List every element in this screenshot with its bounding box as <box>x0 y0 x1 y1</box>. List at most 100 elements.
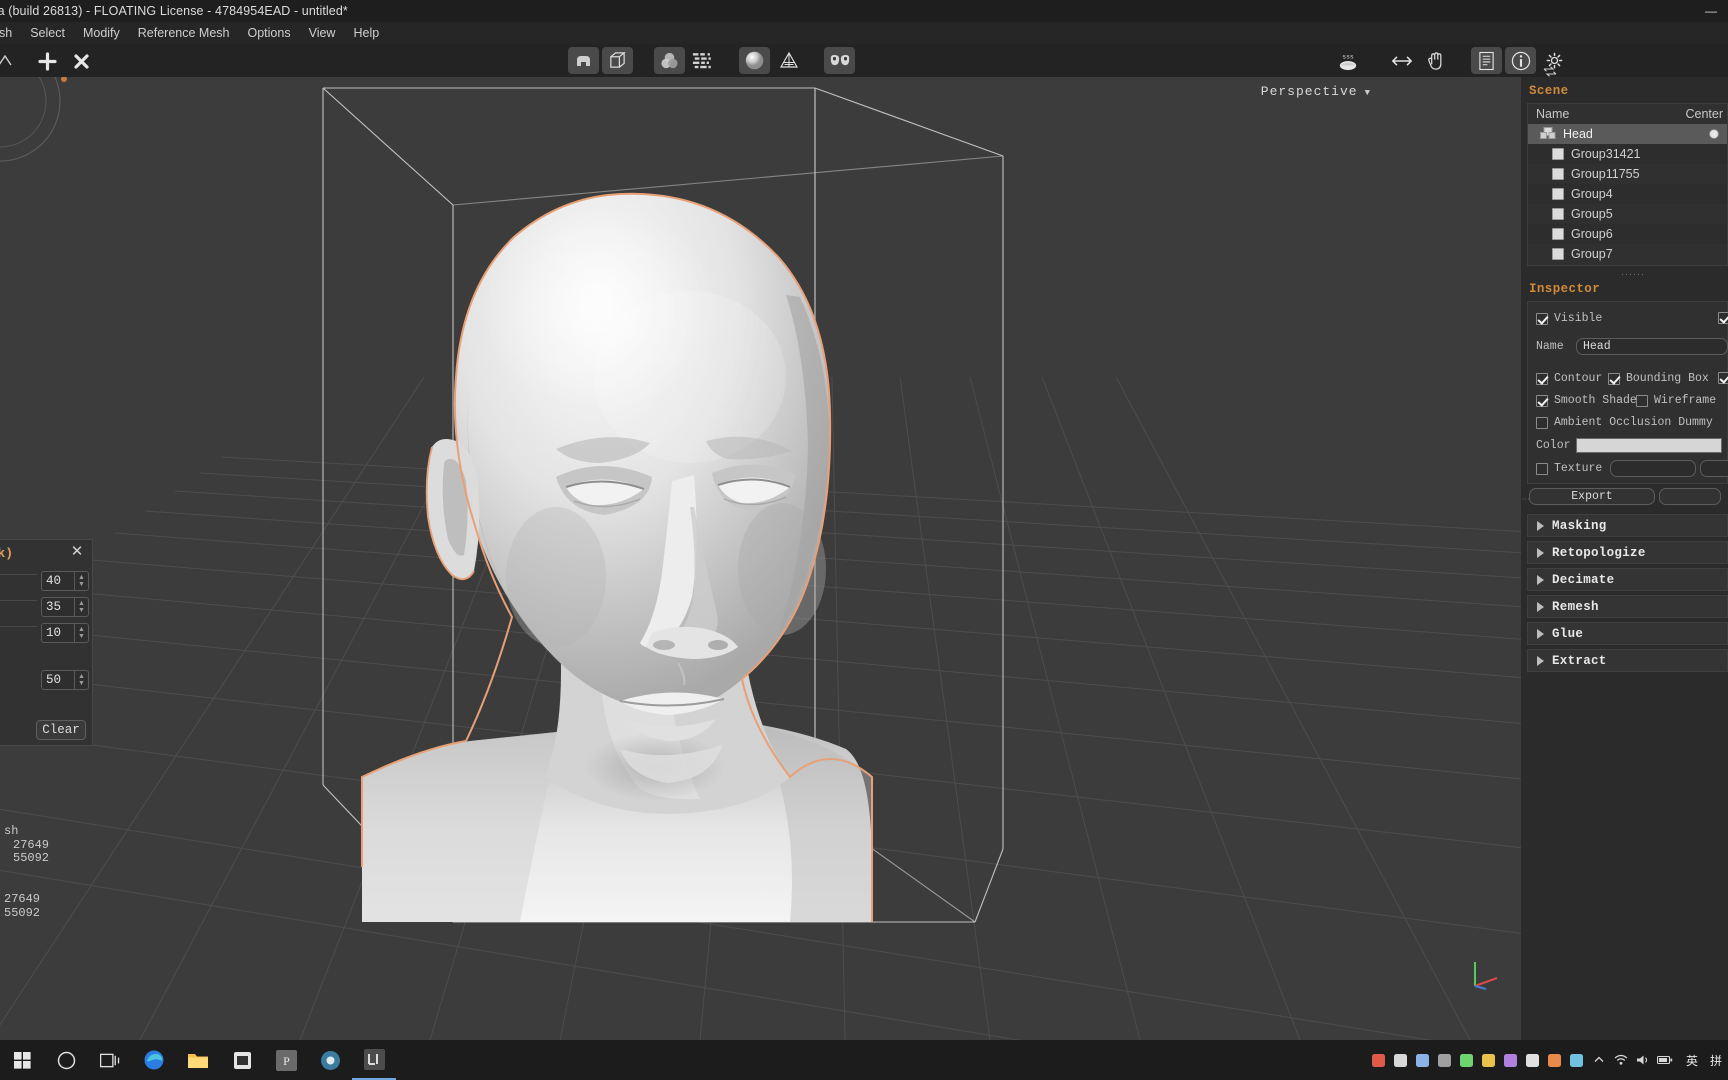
section-remesh[interactable]: Remesh <box>1527 595 1728 618</box>
bounding-box-icon[interactable] <box>602 47 633 74</box>
texture-input[interactable] <box>1610 460 1697 477</box>
mask-effect-field[interactable]: 50 ▲ ▼ <box>41 670 89 690</box>
tray-network-icon[interactable] <box>1610 1040 1632 1080</box>
bounding-box-checkbox-row[interactable]: Bounding Box <box>1608 372 1709 385</box>
menu-item-options[interactable]: Options <box>239 22 300 44</box>
pixologic-app-icon[interactable]: P <box>264 1040 308 1080</box>
section-masking[interactable]: Masking <box>1527 514 1728 537</box>
scene-list-icon[interactable] <box>1471 47 1502 74</box>
section-extract[interactable]: Extract <box>1527 649 1728 672</box>
search-circle-icon[interactable] <box>44 1040 88 1080</box>
mask-paint-icon[interactable] <box>654 47 685 74</box>
menu-item-help[interactable]: Help <box>344 22 388 44</box>
panel-drag-handle[interactable]: ⋮ <box>1521 495 1530 503</box>
menu-item-sh[interactable]: sh <box>0 22 21 44</box>
scene-row-head[interactable]: Head <box>1528 124 1727 144</box>
scene-row-group4[interactable]: Group4 <box>1528 184 1727 204</box>
slider-track-1[interactable] <box>0 574 37 575</box>
pan-hand-icon[interactable] <box>1420 47 1451 74</box>
tray-app-6-icon[interactable] <box>1478 1040 1500 1080</box>
menu-item-view[interactable]: View <box>300 22 345 44</box>
mask-field-3[interactable]: 10 ▲ ▼ <box>41 623 89 643</box>
slider-track-3[interactable] <box>0 626 37 627</box>
name-field-row[interactable]: Name Head <box>1536 338 1728 355</box>
ambient-occlusion-checkbox[interactable] <box>1536 416 1548 429</box>
color-swatch[interactable] <box>1576 438 1722 453</box>
mesh-shape-icon[interactable] <box>568 47 599 74</box>
mask-options-panel[interactable]: ons (Mask) ✕ 40 ▲▼ 35 ▲▼ 10 ▲▼ ffect 50 <box>0 539 93 746</box>
wireframe-checkbox-row[interactable]: Wireframe <box>1636 394 1716 407</box>
section-glue[interactable]: Glue <box>1527 622 1728 645</box>
wireframe-checkbox[interactable] <box>1636 394 1648 407</box>
bounding-box-checkbox[interactable] <box>1608 372 1620 385</box>
extra-checkbox-2[interactable] <box>1718 372 1728 384</box>
color-row[interactable]: Color <box>1536 438 1722 453</box>
minimize-button[interactable]: — <box>1694 0 1728 22</box>
visible-checkbox[interactable] <box>1536 312 1548 325</box>
resize-arrows-icon[interactable] <box>1386 47 1417 74</box>
export-button[interactable]: Export <box>1529 488 1655 505</box>
menu-item-reference-mesh[interactable]: Reference Mesh <box>129 22 239 44</box>
info-inspector-icon[interactable] <box>1505 47 1536 74</box>
store-icon[interactable] <box>220 1040 264 1080</box>
tray-app-5-icon[interactable] <box>1456 1040 1478 1080</box>
mask-field-3-stepper[interactable]: ▲ ▼ <box>74 624 88 642</box>
delete-cross-icon[interactable] <box>68 48 94 74</box>
layers-list-icon[interactable] <box>687 47 718 74</box>
scene-tree[interactable]: Name Center Head Group31421 Group11755 Grou… <box>1527 103 1728 266</box>
add-plus-icon[interactable] <box>34 48 60 74</box>
scene-row-group31421[interactable]: Group31421 <box>1528 144 1727 164</box>
scene-row-group7[interactable]: Group7 <box>1528 244 1727 264</box>
menu-item-modify[interactable]: Modify <box>74 22 129 44</box>
media-player-icon[interactable] <box>308 1040 352 1080</box>
mask-field-2[interactable]: 35 ▲ ▼ <box>41 597 89 617</box>
section-decimate[interactable]: Decimate <box>1527 568 1728 591</box>
undo-redo-icon[interactable] <box>1539 64 1561 78</box>
material-sphere-icon[interactable] <box>739 47 770 74</box>
tray-app-9-icon[interactable] <box>1544 1040 1566 1080</box>
mask-field-1-stepper[interactable]: ▲ ▼ <box>74 572 88 590</box>
texture-row[interactable]: Texture <box>1536 460 1728 477</box>
start-windows-icon[interactable] <box>0 1040 44 1080</box>
slider-track-2[interactable] <box>0 600 37 601</box>
tray-app-4-icon[interactable] <box>1434 1040 1456 1080</box>
3d-viewport[interactable]: Perspective ▼ sh 27649 55092 27649 55092 … <box>0 77 1521 1040</box>
tray-app-10-icon[interactable] <box>1566 1040 1588 1080</box>
section-retopologize[interactable]: Retopologize <box>1527 541 1728 564</box>
scene-row-group5[interactable]: Group5 <box>1528 204 1727 224</box>
tray-volume-icon[interactable] <box>1632 1040 1654 1080</box>
texture-checkbox[interactable] <box>1536 462 1548 475</box>
projection-mode-dropdown[interactable]: Perspective ▼ <box>1261 84 1371 99</box>
smooth-shade-checkbox[interactable] <box>1536 394 1548 407</box>
panel-resize-grip[interactable]: ······ <box>1621 269 1645 279</box>
edge-browser-icon[interactable] <box>132 1040 176 1080</box>
tray-app-1-icon[interactable] <box>1368 1040 1390 1080</box>
tray-chevron-icon[interactable] <box>1588 1040 1610 1080</box>
scene-row-group6[interactable]: Group6 <box>1528 224 1727 244</box>
contour-checkbox-row[interactable]: Contour <box>1536 372 1602 385</box>
visible-checkbox-row[interactable]: Visible <box>1536 312 1602 325</box>
menu-item-select[interactable]: Select <box>21 22 74 44</box>
export-row[interactable]: Export <box>1529 488 1721 505</box>
mask-effect-stepper[interactable]: ▲ ▼ <box>74 671 88 689</box>
instant-meshes-icon[interactable] <box>352 1040 396 1080</box>
rotation-gizmo[interactable] <box>0 77 100 163</box>
head-model[interactable] <box>0 77 1521 1040</box>
scene-row-group11755[interactable]: Group11755 <box>1528 164 1727 184</box>
tray-app-8-icon[interactable] <box>1522 1040 1544 1080</box>
clay-render-icon[interactable]: sss <box>1332 47 1363 74</box>
ime-language-indicator[interactable]: 英 <box>1680 1052 1704 1069</box>
smooth-shade-checkbox-row[interactable]: Smooth Shade <box>1536 394 1637 407</box>
task-view-icon[interactable] <box>88 1040 132 1080</box>
tray-app-2-icon[interactable] <box>1390 1040 1412 1080</box>
mask-field-1[interactable]: 40 ▲ ▼ <box>41 571 89 591</box>
clear-button[interactable]: Clear <box>36 720 86 740</box>
symmetry-mask-icon[interactable] <box>824 47 855 74</box>
tray-app-7-icon[interactable] <box>1500 1040 1522 1080</box>
texture-browse-button[interactable] <box>1700 460 1728 477</box>
tray-battery-icon[interactable] <box>1654 1040 1676 1080</box>
contour-checkbox[interactable] <box>1536 372 1548 385</box>
wireframe-cone-icon[interactable] <box>773 47 804 74</box>
close-icon[interactable]: ✕ <box>68 543 86 561</box>
name-input[interactable]: Head <box>1576 338 1728 355</box>
